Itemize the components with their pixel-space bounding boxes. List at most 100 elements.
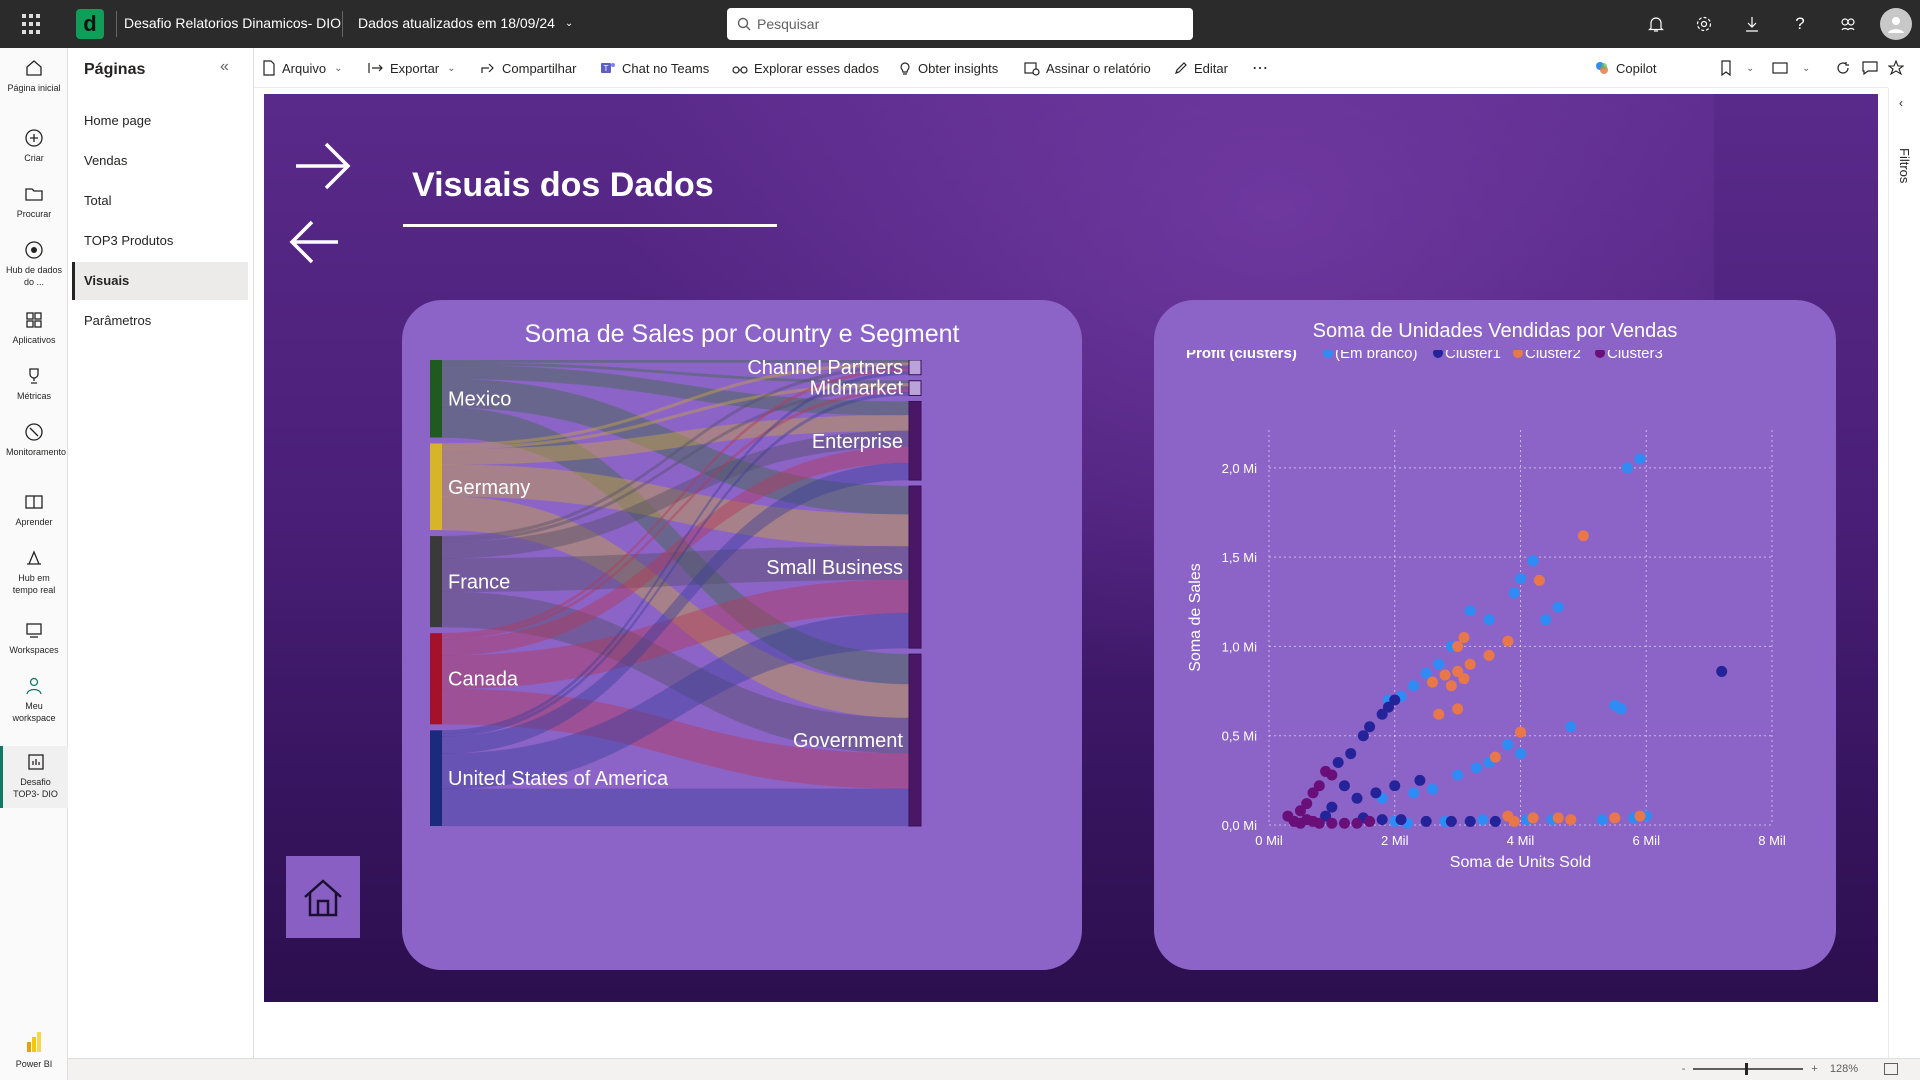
comment-icon[interactable] xyxy=(1862,48,1884,88)
legend-marker xyxy=(1323,350,1333,358)
top-bar: d Desafio Relatorios Dinamicos- DIO Dado… xyxy=(0,0,1920,48)
exportar-menu[interactable]: Exportar ⌄ xyxy=(368,48,456,88)
scatter-card[interactable]: Soma de Unidades Vendidas por Vendas Pro… xyxy=(1154,300,1836,970)
compartilhar-button[interactable]: Compartilhar xyxy=(480,48,576,88)
zoom-slider[interactable] xyxy=(1693,1063,1804,1075)
data-updated-label: Dados atualizados em 18/09/24 xyxy=(358,15,555,31)
feedback-icon[interactable] xyxy=(1838,14,1858,34)
home-button[interactable] xyxy=(286,856,360,938)
book-icon xyxy=(25,495,43,509)
star-icon[interactable] xyxy=(1888,48,1910,88)
binoculars-icon xyxy=(732,66,748,74)
arrow-right-icon[interactable] xyxy=(292,136,356,196)
data-updated-dropdown[interactable]: Dados atualizados em 18/09/24 ⌄ xyxy=(358,15,573,31)
arquivo-menu[interactable]: Arquivo ⌄ xyxy=(262,48,342,88)
nav-my-workspace[interactable]: Meu workspace xyxy=(0,676,68,724)
sankey-card[interactable]: Soma de Sales por Country e Segment Mexi… xyxy=(402,300,1082,970)
workspace-title[interactable]: Desafio Relatorios Dinamicos- DIO xyxy=(124,15,341,31)
page-vendas[interactable]: Vendas xyxy=(72,142,248,180)
trophy-icon xyxy=(29,368,39,384)
scatter-point xyxy=(1408,680,1420,692)
nav-learn[interactable]: Aprender xyxy=(0,492,68,528)
x-tick-label: 4 Mil xyxy=(1507,833,1535,848)
nav-browse[interactable]: Procurar xyxy=(0,184,68,220)
fit-page-icon[interactable] xyxy=(1884,1063,1898,1075)
scatter-point xyxy=(1464,658,1476,670)
page-home[interactable]: Home page xyxy=(72,102,248,140)
legend-marker xyxy=(1595,350,1605,358)
download-icon[interactable] xyxy=(1742,14,1762,34)
legend-title: Profit (clusters) xyxy=(1186,350,1297,362)
app-launcher-icon[interactable] xyxy=(22,14,42,34)
scatter-point xyxy=(1634,453,1646,465)
page-top3-produtos[interactable]: TOP3 Produtos xyxy=(72,222,248,260)
nav-current-report[interactable]: Desafio TOP3- DIO xyxy=(0,746,68,808)
arrow-left-icon[interactable] xyxy=(286,216,342,268)
powerbi-app: d Desafio Relatorios Dinamicos- DIO Dado… xyxy=(0,0,1920,1080)
chevron-left-icon[interactable]: ‹ xyxy=(1899,96,1903,110)
nav-label: Desafio TOP3- DIO xyxy=(13,777,58,799)
page-total[interactable]: Total xyxy=(72,182,248,220)
y-tick-label: 1,5 Mi xyxy=(1222,550,1258,565)
scatter-point xyxy=(1420,667,1432,679)
assinar-button[interactable]: Assinar o relatório xyxy=(1024,48,1151,88)
scatter-point xyxy=(1477,814,1489,826)
insights-label: Obter insights xyxy=(918,60,999,76)
nav-monitoring[interactable]: Monitoramento xyxy=(0,422,68,458)
y-tick-label: 1,0 Mi xyxy=(1222,639,1258,654)
scatter-point xyxy=(1464,605,1476,617)
chevron-down-icon: ⌄ xyxy=(447,62,456,74)
bookmark-menu[interactable]: ⌄ xyxy=(1720,48,1754,88)
workspace-logo-icon[interactable]: d xyxy=(76,9,104,39)
page-visuais[interactable]: Visuais xyxy=(72,262,248,300)
sankey-target-label: Government xyxy=(793,730,903,752)
zoom-out-button[interactable]: - xyxy=(1682,1063,1686,1075)
nav-home[interactable]: Página inicial xyxy=(0,58,68,94)
scatter-point xyxy=(1458,673,1470,685)
nav-label: Monitoramento xyxy=(6,447,67,457)
sankey-target-label: Enterprise xyxy=(812,431,903,453)
explorar-button[interactable]: Explorar esses dados xyxy=(732,48,879,88)
x-axis-label: Soma de Units Sold xyxy=(1450,854,1591,871)
search-input[interactable]: Pesquisar xyxy=(727,8,1193,40)
bell-icon[interactable] xyxy=(1646,14,1666,34)
help-icon[interactable]: ? xyxy=(1790,14,1810,34)
gear-icon[interactable] xyxy=(1694,14,1714,34)
filters-pane[interactable]: ‹ Filtros xyxy=(1888,88,1920,1058)
nav-powerbi[interactable]: Power BI xyxy=(0,1030,68,1070)
sankey-target-node xyxy=(908,653,922,827)
zoom-thumb[interactable] xyxy=(1745,1063,1749,1075)
avatar[interactable] xyxy=(1880,8,1912,40)
scatter-point xyxy=(1364,815,1376,827)
sankey-chart[interactable]: Mexico Germany France Canada United States o… xyxy=(422,360,1062,940)
scatter-point xyxy=(1527,555,1539,567)
scatter-point xyxy=(1345,748,1357,760)
x-tick-label: 6 Mil xyxy=(1633,833,1661,848)
nav-apps[interactable]: Aplicativos xyxy=(0,310,68,346)
scatter-point xyxy=(1716,665,1728,677)
teams-chat-button[interactable]: T Chat no Teams xyxy=(600,48,709,88)
nav-workspaces[interactable]: Workspaces xyxy=(0,620,68,656)
nav-create[interactable]: Criar xyxy=(0,128,68,164)
editar-button[interactable]: Editar xyxy=(1174,48,1228,88)
nav-metrics[interactable]: Métricas xyxy=(0,366,68,402)
more-options-icon[interactable]: ⋯ xyxy=(1252,48,1268,88)
view-menu[interactable]: ⌄ xyxy=(1772,48,1810,88)
scatter-point xyxy=(1445,815,1457,827)
scatter-point xyxy=(1596,814,1608,826)
page-parametros[interactable]: Parâmetros xyxy=(72,302,248,340)
x-tick-label: 8 Mil xyxy=(1758,833,1786,848)
sankey-target-label: Channel Partners xyxy=(747,360,903,379)
insights-button[interactable]: Obter insights xyxy=(898,48,998,88)
collapse-pane-icon[interactable]: « xyxy=(220,58,229,76)
refresh-icon[interactable] xyxy=(1836,48,1856,88)
scatter-chart[interactable]: Profit (clusters) (Em branco) Cluster1 Clus… xyxy=(1154,350,1836,970)
zoom-in-button[interactable]: + xyxy=(1811,1063,1817,1075)
zoom-control[interactable]: - + 128% xyxy=(1682,1063,1858,1075)
copilot-button[interactable]: Copilot xyxy=(1594,48,1656,88)
share-icon xyxy=(481,63,494,73)
scatter-point xyxy=(1452,640,1464,652)
nav-realtime-hub[interactable]: Hub em tempo real xyxy=(0,548,68,596)
scatter-point xyxy=(1565,721,1577,733)
nav-data-hub[interactable]: Hub de dados do ... xyxy=(0,240,68,288)
